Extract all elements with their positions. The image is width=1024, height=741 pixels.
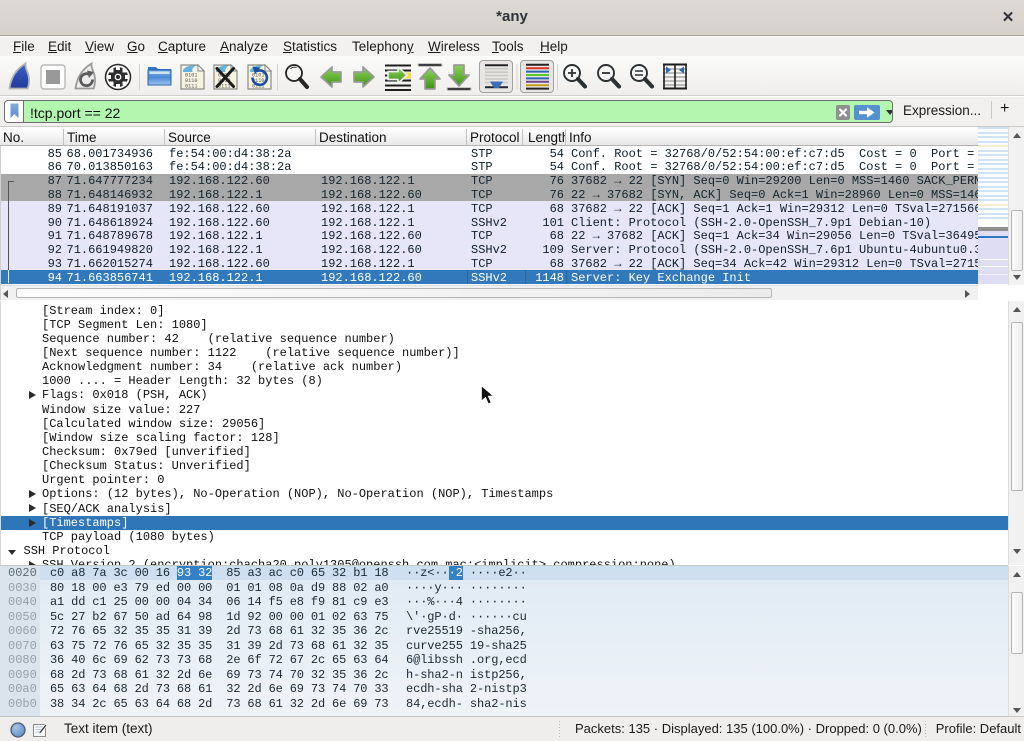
svg-text:0111: 0111	[185, 84, 197, 90]
